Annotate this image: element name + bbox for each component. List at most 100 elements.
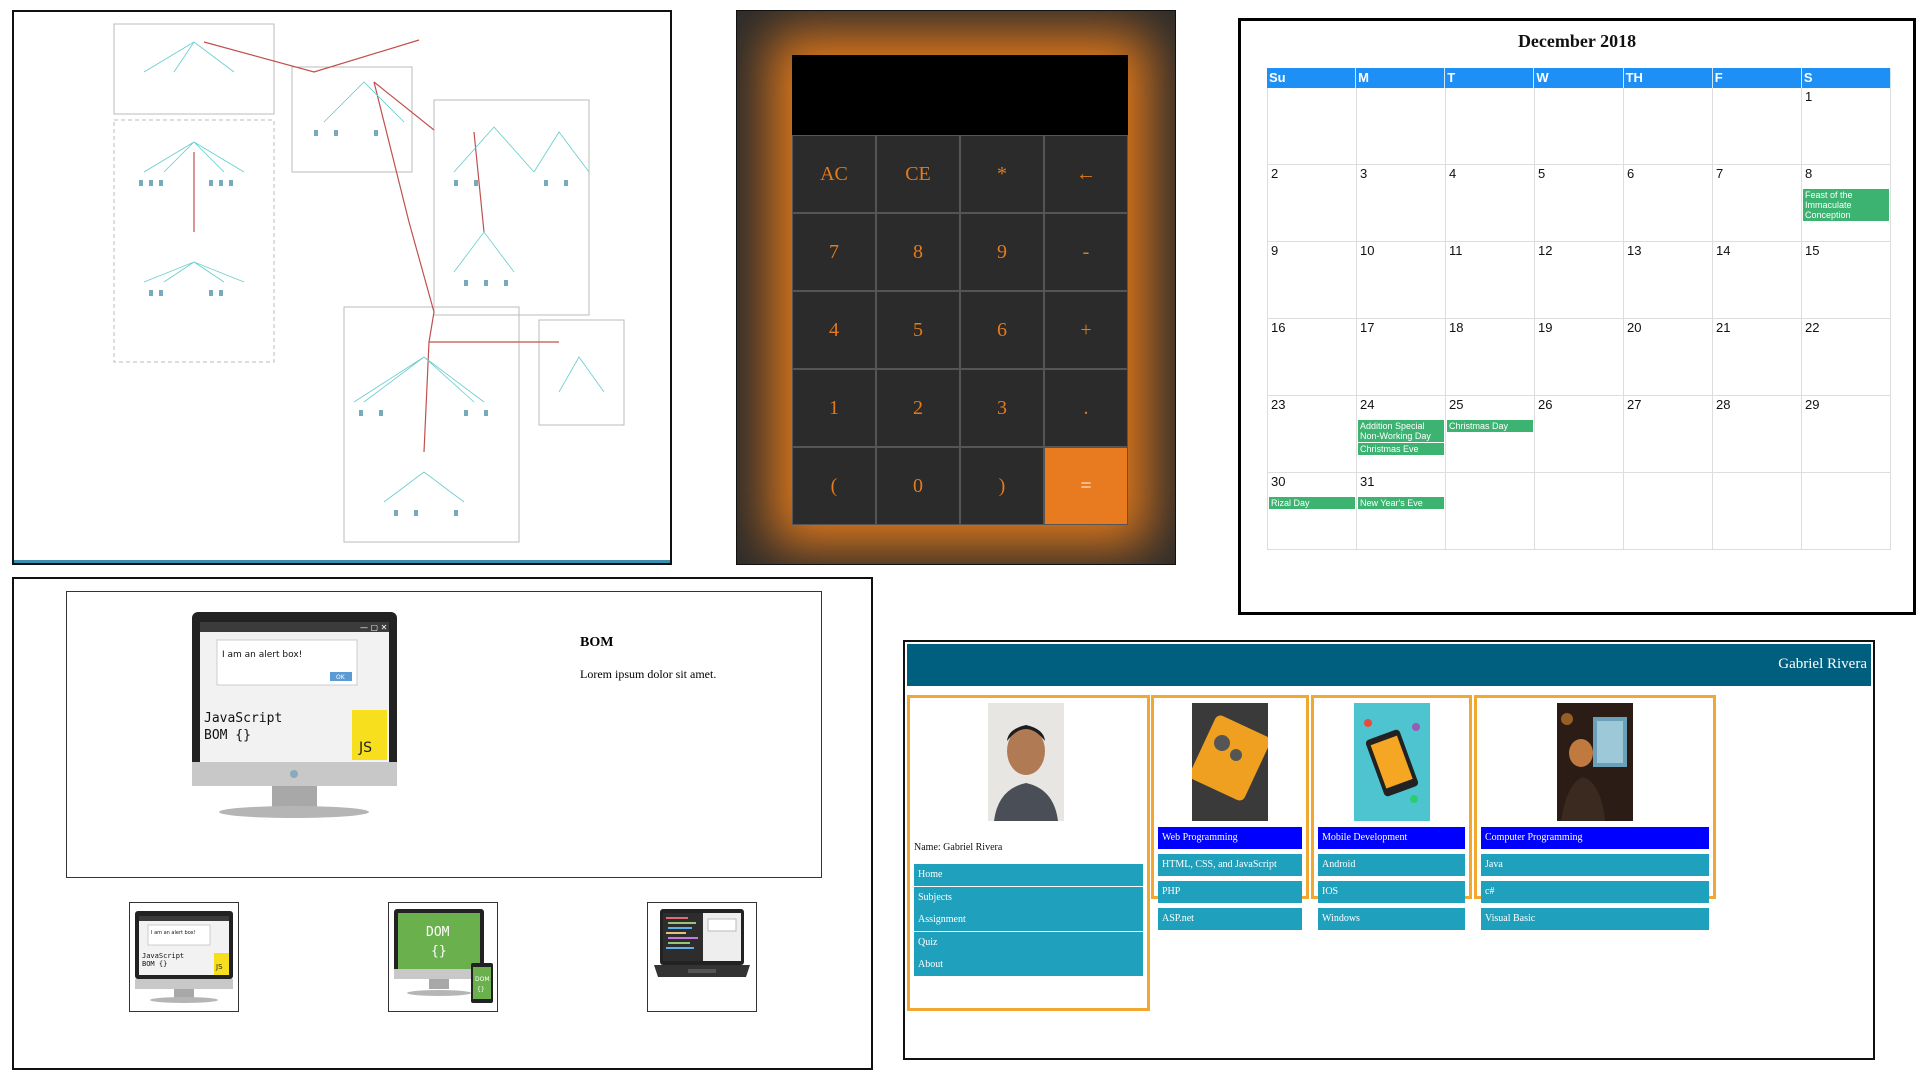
calendar-day-8[interactable]: 8 Feast of the Immaculate Conception xyxy=(1802,165,1891,242)
day-number: 15 xyxy=(1805,243,1820,258)
calendar-empty-cell xyxy=(1802,473,1891,550)
calendar-day-28[interactable]: 28 xyxy=(1713,396,1802,473)
calc-key-digit-8[interactable]: 8 xyxy=(876,213,960,291)
calc-key-multiply[interactable]: * xyxy=(960,135,1044,213)
course-topic-item[interactable]: c# xyxy=(1481,881,1709,903)
day-number: 27 xyxy=(1627,397,1642,412)
calendar-day-31[interactable]: 31 New Year's Eve xyxy=(1357,473,1446,550)
nav-item-subjects[interactable]: Subjects xyxy=(914,886,1143,909)
js-badge: JS xyxy=(358,740,372,756)
calendar-empty-cell xyxy=(1713,473,1802,550)
calendar-day-23[interactable]: 23 xyxy=(1268,396,1357,473)
calc-key-digit-7[interactable]: 7 xyxy=(792,213,876,291)
calc-key-clear-entry[interactable]: CE xyxy=(876,135,960,213)
course-topic-item[interactable]: ASP.net xyxy=(1158,908,1302,930)
thumbnail-bom[interactable]: I am an alert box! JavaScript BOM {} JS xyxy=(129,902,239,1012)
course-topic-item[interactable]: HTML, CSS, and JavaScript xyxy=(1158,854,1302,876)
calendar-day-24[interactable]: 24 Addition Special Non-Working Day Christ… xyxy=(1357,396,1446,473)
bom-description: Lorem ipsum dolor sit amet. xyxy=(580,667,717,681)
calendar-empty-cell xyxy=(1446,473,1535,550)
calc-key-backspace[interactable]: ← xyxy=(1044,135,1128,213)
day-number: 21 xyxy=(1716,320,1731,335)
course-heading[interactable]: Mobile Development xyxy=(1318,827,1465,849)
calendar-day-13[interactable]: 13 xyxy=(1624,242,1713,319)
calc-key-digit-3[interactable]: 3 xyxy=(960,369,1044,447)
calc-key-digit-2[interactable]: 2 xyxy=(876,369,960,447)
course-heading[interactable]: Computer Programming xyxy=(1481,827,1709,849)
calendar-day-26[interactable]: 26 xyxy=(1535,396,1624,473)
calendar-day-16[interactable]: 16 xyxy=(1268,319,1357,396)
calendar-day-7[interactable]: 7 xyxy=(1713,165,1802,242)
laptop-code-icon xyxy=(654,909,750,977)
screen-line-1: JavaScript xyxy=(204,711,282,726)
calendar-day-22[interactable]: 22 xyxy=(1802,319,1891,396)
course-topic-item[interactable]: Visual Basic xyxy=(1481,908,1709,930)
calendar-day-1[interactable]: 1 xyxy=(1802,88,1891,165)
day-number: 10 xyxy=(1360,243,1375,258)
day-number: 1 xyxy=(1805,89,1813,104)
calc-key-open-paren[interactable]: ( xyxy=(792,447,876,525)
course-topic-item[interactable]: PHP xyxy=(1158,881,1302,903)
calendar-event[interactable]: Christmas Day xyxy=(1447,420,1533,432)
calendar-day-11[interactable]: 11 xyxy=(1446,242,1535,319)
calendar-day-6[interactable]: 6 xyxy=(1624,165,1713,242)
course-topic-item[interactable]: Java xyxy=(1481,854,1709,876)
network-topology-diagram xyxy=(113,23,625,543)
calendar-day-18[interactable]: 18 xyxy=(1446,319,1535,396)
screen-line-2: BOM {} xyxy=(204,728,251,743)
svg-text:BOM {}: BOM {} xyxy=(142,960,167,968)
calendar-day-5[interactable]: 5 xyxy=(1535,165,1624,242)
calendar-event[interactable]: Rizal Day xyxy=(1269,497,1355,509)
calendar-day-2[interactable]: 2 xyxy=(1268,165,1357,242)
weekday-t: T xyxy=(1445,68,1535,88)
calc-key-equals[interactable]: = xyxy=(1044,447,1128,525)
course-topic-item[interactable]: IOS xyxy=(1318,881,1465,903)
nav-item-home[interactable]: Home xyxy=(914,864,1143,886)
calendar-event[interactable]: Christmas Eve xyxy=(1358,443,1444,455)
calendar-event[interactable]: Feast of the Immaculate Conception xyxy=(1803,189,1889,221)
calc-key-all-clear[interactable]: AC xyxy=(792,135,876,213)
course-topic-item[interactable]: Windows xyxy=(1318,908,1465,930)
calendar-day-17[interactable]: 17 xyxy=(1357,319,1446,396)
calc-key-digit-5[interactable]: 5 xyxy=(876,291,960,369)
calendar-day-3[interactable]: 3 xyxy=(1357,165,1446,242)
calc-key-close-paren[interactable]: ) xyxy=(960,447,1044,525)
thumbnail-laptop-code[interactable] xyxy=(647,902,757,1012)
calendar-day-10[interactable]: 10 xyxy=(1357,242,1446,319)
day-number: 28 xyxy=(1716,397,1731,412)
calendar-days: 1 2 3 4 5 6 7 8 Feast of the Immaculate Concepti… xyxy=(1267,88,1891,550)
calc-key-digit-9[interactable]: 9 xyxy=(960,213,1044,291)
day-number: 12 xyxy=(1538,243,1553,258)
calendar-day-30[interactable]: 30 Rizal Day xyxy=(1268,473,1357,550)
calendar-day-14[interactable]: 14 xyxy=(1713,242,1802,319)
calc-key-add[interactable]: + xyxy=(1044,291,1128,369)
course-heading[interactable]: Web Programming xyxy=(1158,827,1302,849)
calc-key-digit-6[interactable]: 6 xyxy=(960,291,1044,369)
calc-key-digit-1[interactable]: 1 xyxy=(792,369,876,447)
calc-key-digit-4[interactable]: 4 xyxy=(792,291,876,369)
calendar-day-12[interactable]: 12 xyxy=(1535,242,1624,319)
nav-item-quiz[interactable]: Quiz xyxy=(914,931,1143,954)
calendar-day-15[interactable]: 15 xyxy=(1802,242,1891,319)
day-number: 8 xyxy=(1805,166,1813,181)
calc-key-subtract[interactable]: - xyxy=(1044,213,1128,291)
calendar-event[interactable]: Addition Special Non-Working Day xyxy=(1358,420,1444,442)
calc-key-decimal[interactable]: . xyxy=(1044,369,1128,447)
day-number: 24 xyxy=(1360,397,1375,412)
calendar-day-21[interactable]: 21 xyxy=(1713,319,1802,396)
calendar-day-9[interactable]: 9 xyxy=(1268,242,1357,319)
calendar-day-4[interactable]: 4 xyxy=(1446,165,1535,242)
course-topic-item[interactable]: Android xyxy=(1318,854,1465,876)
calendar-day-29[interactable]: 29 xyxy=(1802,396,1891,473)
calendar-day-19[interactable]: 19 xyxy=(1535,319,1624,396)
day-number: 20 xyxy=(1627,320,1642,335)
calendar-event[interactable]: New Year's Eve xyxy=(1358,497,1444,509)
web-development-image xyxy=(1192,703,1268,821)
calendar-day-25[interactable]: 25 Christmas Day xyxy=(1446,396,1535,473)
calendar-day-20[interactable]: 20 xyxy=(1624,319,1713,396)
nav-item-about[interactable]: About xyxy=(914,954,1143,976)
calc-key-digit-0[interactable]: 0 xyxy=(876,447,960,525)
calendar-day-27[interactable]: 27 xyxy=(1624,396,1713,473)
nav-item-assignment[interactable]: Assignment xyxy=(914,909,1143,931)
thumbnail-dom[interactable]: DOM {} DOM {} xyxy=(388,902,498,1012)
